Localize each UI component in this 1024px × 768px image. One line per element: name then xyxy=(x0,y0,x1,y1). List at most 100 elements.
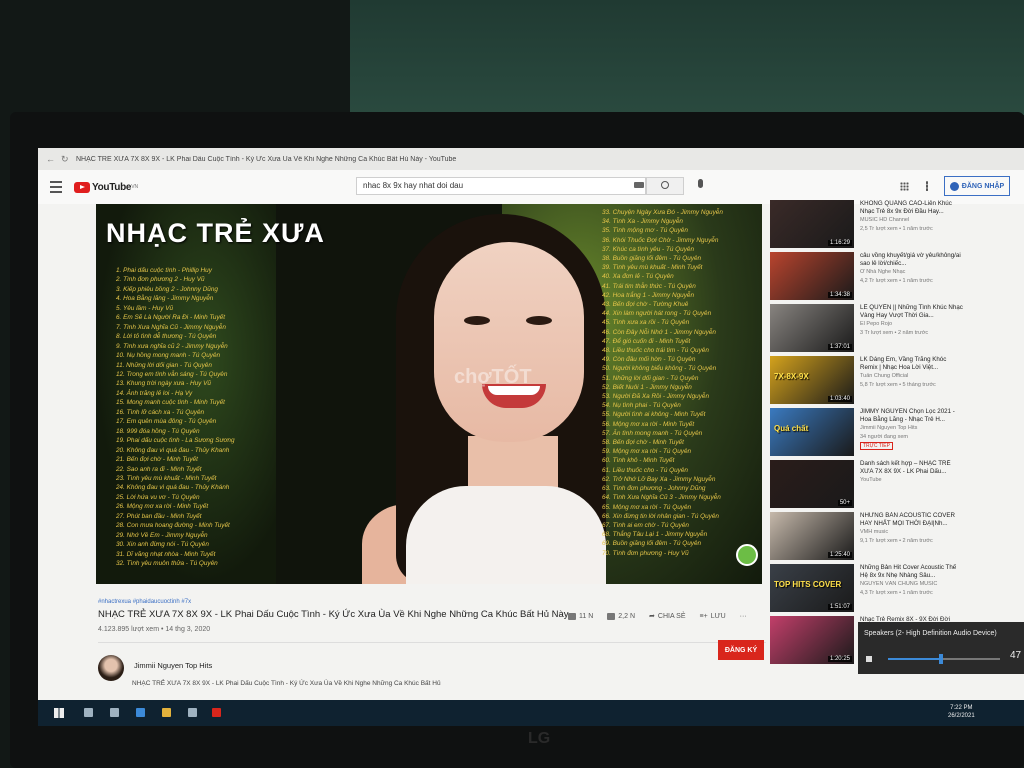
back-icon[interactable]: ← xyxy=(46,154,55,165)
song-list-item: 57. Ăn tình mong manh - Tú Quyên xyxy=(602,429,703,437)
related-video-item[interactable]: 1:34:38 câu vồng khuyết/giá vờ yêu/không/… xyxy=(768,252,1024,304)
related-video-channel: Ở Nhà Nghe Nhạc xyxy=(860,269,906,275)
system-tray-icons[interactable] xyxy=(928,706,944,718)
video-thumbnail[interactable]: 1:34:38 xyxy=(770,252,854,300)
song-list-item: 4. Hoa Bằng lăng - Jimmy Nguyễn xyxy=(116,295,214,303)
video-thumbnail[interactable]: 1:20:25 xyxy=(770,616,854,664)
edge-icon[interactable] xyxy=(136,708,145,717)
song-list-item: 17. Em quên mùa đông - Tú Quyên xyxy=(116,418,217,426)
song-list-item: 24. Không đau vì quá đau - Thủy Khánh xyxy=(116,484,230,492)
search-button[interactable] xyxy=(646,177,684,195)
monitor-brand: LG xyxy=(528,730,551,747)
speaker-icon[interactable] xyxy=(866,656,872,662)
file-explorer-icon[interactable] xyxy=(162,708,171,717)
share-button[interactable]: ➦ CHIA SẺ xyxy=(649,612,686,621)
related-video-channel: YouTube xyxy=(860,477,882,483)
keyboard-icon[interactable] xyxy=(634,182,644,188)
video-thumbnail[interactable]: TOP HITS COVER 1:51:07 xyxy=(770,564,854,612)
song-list-item: 13. Khung trời ngày xưa - Huy Vũ xyxy=(116,380,211,388)
song-list-item: 22. Sao anh ra đi - Minh Tuyết xyxy=(116,465,202,473)
video-player[interactable]: NHẠC TRẺ XƯA 1. Phai dấu cuộc tình - Phi… xyxy=(96,204,762,584)
thumbs-up-icon xyxy=(568,612,576,620)
related-video-channel: Tuấn Chung Official xyxy=(860,373,909,379)
apps-grid-icon[interactable] xyxy=(900,182,909,191)
song-list-item: 2. Tình đơn phương 2 - Huy Vũ xyxy=(116,276,205,284)
channel-name[interactable]: Jimmii Nguyen Top Hits xyxy=(134,661,212,670)
mic-icon[interactable] xyxy=(698,179,703,188)
more-vert-icon[interactable] xyxy=(926,181,928,191)
related-video-item[interactable]: 1:37:01 LÊ QUYÊN || Những Tình Khúc Nhạc … xyxy=(768,304,1024,356)
related-video-item[interactable]: 50+ Danh sách kết hợp – NHẠC TRẺ XƯA 7X 8… xyxy=(768,460,1024,512)
related-video-title: Những Bản Hit Cover Acoustic Thế Hệ 8x 9… xyxy=(860,564,957,579)
channel-avatar[interactable] xyxy=(98,655,124,681)
song-list-item: 43. Bến đợi chờ - Tường Khuê xyxy=(602,301,689,309)
thumbnail-text: TOP HITS COVER xyxy=(774,580,842,589)
volume-slider[interactable] xyxy=(888,654,1000,664)
song-list-item: 11. Những lời dối gian - Tú Quyên xyxy=(116,361,212,369)
video-duration: 1:34:38 xyxy=(827,292,852,298)
menu-icon[interactable] xyxy=(50,181,62,193)
video-thumbnail[interactable]: 1:16:29 xyxy=(770,200,854,248)
clock[interactable]: 7:22 PM 26/2/2021 xyxy=(948,704,975,720)
thumbnail-text: 7X-8X-9X xyxy=(774,372,809,381)
sign-in-button[interactable]: ĐĂNG NHẬP xyxy=(944,176,1010,196)
volume-thumb[interactable] xyxy=(938,654,943,664)
video-thumbnail[interactable]: 1:25:40 xyxy=(770,512,854,560)
search-input[interactable]: nhac 8x 9x hay nhat doi dau xyxy=(356,177,646,195)
related-video-meta: 4,3 Tr lượt xem • 1 năm trước xyxy=(860,590,933,596)
related-video-item[interactable]: Quá chất JIMMY NGUYEN Chọn Lọc 2021 - Hoa… xyxy=(768,408,1024,460)
song-list-item: 41. Trái tim thẫn thức - Tú Quyên xyxy=(602,282,696,290)
related-video-meta: 34 người đang xem xyxy=(860,434,908,440)
related-video-channel: VMH music xyxy=(860,529,889,535)
song-list-item: 47. Để gió cuốn đi - Minh Tuyết xyxy=(602,337,691,345)
song-list-item: 39. Tình yêu mù khuất - Minh Tuyết xyxy=(602,264,703,272)
share-icon: ➦ xyxy=(649,613,655,620)
reload-icon[interactable]: ↻ xyxy=(61,154,69,165)
save-button[interactable]: ≡+ LƯU xyxy=(700,613,726,620)
like-button[interactable]: 11 N xyxy=(568,612,594,620)
subscribe-button[interactable]: ĐĂNG KÝ xyxy=(718,640,764,660)
video-hashtags[interactable]: #nhactrexua #phaidaucuoctinh #7x xyxy=(98,599,191,605)
song-list-item: 31. Dĩ vãng nhạt nhòa - Minh Tuyết xyxy=(116,550,216,558)
video-thumbnail[interactable]: Quá chất xyxy=(770,408,854,456)
like-count: 11 N xyxy=(579,612,594,620)
related-video-item[interactable]: TOP HITS COVER 1:51:07 Những Bản Hit Cover… xyxy=(768,564,1024,616)
related-video-meta: 3 Tr lượt xem • 2 năm trước xyxy=(860,330,929,336)
windows-start-icon[interactable] xyxy=(54,708,64,718)
video-views: 4.123.895 lượt xem • 14 thg 3, 2020 xyxy=(98,626,211,633)
song-list-item: 3. Kiếp phiêu bồng 2 - Johnny Dũng xyxy=(116,285,218,293)
song-list-item: 15. Mong manh cuộc tình - Minh Tuyết xyxy=(116,399,225,407)
related-video-item[interactable]: 1:16:29 KHÔNG QUẢNG CÁO-Liên Khúc Nhạc Tr… xyxy=(768,200,1024,252)
taskbar: 7:22 PM 26/2/2021 xyxy=(38,700,1024,726)
user-icon xyxy=(949,181,959,191)
related-video-meta: 4,2 Tr lượt xem • 1 năm trước xyxy=(860,278,933,284)
related-video-item[interactable]: 1:25:40 NHỮNG BẢN ACOUSTIC COVER HAY NHẤT… xyxy=(768,512,1024,564)
song-list-item: 54. Nụ tình phai - Tú Quyên xyxy=(602,402,681,410)
video-thumbnail[interactable]: 1:37:01 xyxy=(770,304,854,352)
clock-date: 26/2/2021 xyxy=(948,713,975,719)
task-view-icon[interactable] xyxy=(110,708,119,717)
song-list-item: 25. Lời hứa vu vơ - Tú Quyên xyxy=(116,493,200,501)
search-taskbar-icon[interactable] xyxy=(84,708,93,717)
related-video-item[interactable]: 7X-8X-9X 1:03:40 LK Dáng Em, Vầng Trăng Kh… xyxy=(768,356,1024,408)
song-list-item: 33. Chuyện Ngày Xưa Đó - Jimmy Nguyễn xyxy=(602,209,723,216)
related-video-title: câu vồng khuyết/giá vờ yêu/không/ai sao … xyxy=(860,252,961,267)
video-thumbnail[interactable]: 50+ xyxy=(770,460,854,508)
song-list-item: 8. Lời tỏ tình dễ thương - Tú Quyên xyxy=(116,333,217,341)
song-list-item: 46. Còn Đây Nỗi Nhớ 1 - Jimmy Nguyễn xyxy=(602,328,716,336)
store-icon[interactable] xyxy=(188,708,197,717)
chotot-badge-icon xyxy=(736,544,758,566)
song-list-item: 62. Trở Nhớ Lỡ Bay Xa - Jimmy Nguyễn xyxy=(602,475,716,483)
song-list-item: 40. Xa đơn lẻ - Tú Quyên xyxy=(602,273,674,281)
song-list-item: 37. Khúc ca tình yêu - Tú Quyên xyxy=(602,245,695,253)
youtube-logo[interactable]: YouTube VN xyxy=(74,181,138,193)
song-list-item: 38. Buồn giăng lối đêm - Tú Quyên xyxy=(602,255,702,263)
youtube-taskbar-icon[interactable] xyxy=(212,708,221,717)
video-thumbnail[interactable]: 7X-8X-9X 1:03:40 xyxy=(770,356,854,404)
more-actions-button[interactable]: ··· xyxy=(740,613,747,620)
dislike-button[interactable]: 2,2 N xyxy=(607,612,635,620)
song-list-item: 69. Buồn giăng lối đêm - Tú Quyên xyxy=(602,540,702,548)
song-list-item: 48. Liều thuốc cho trái tim - Tú Quyên xyxy=(602,347,709,355)
youtube-play-icon xyxy=(74,181,90,193)
background-wall xyxy=(350,0,1024,115)
